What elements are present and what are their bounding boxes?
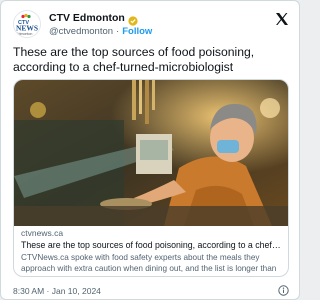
avatar[interactable]: CTV NEWS Edmonton [13,10,41,38]
ctv-news-logo: CTV NEWS Edmonton [16,13,38,36]
article-image [14,80,288,226]
x-logo-icon[interactable] [275,12,289,26]
gold-verified-badge-icon [128,13,138,26]
logo-text-sub: Edmonton [16,32,32,36]
timestamp[interactable]: 8:30 AM · Jan 10, 2024 [13,286,101,296]
handle-row: @ctvedmonton · Follow [49,25,152,38]
name-row: CTV Edmonton [49,11,138,26]
link-domain: ctvnews.ca [21,228,64,238]
info-icon[interactable] [278,285,289,296]
follow-button[interactable]: Follow [122,26,152,37]
handle[interactable]: @ctvedmonton [49,26,113,37]
display-name[interactable]: CTV Edmonton [49,12,125,25]
link-description: CTVNews.ca spoke with food safety expert… [21,253,277,276]
link-card-meta: ctvnews.ca These are the top sources of … [21,228,283,276]
separator-dot: · [116,26,120,37]
tweet-footer: 8:30 AM · Jan 10, 2024 [13,285,289,297]
link-preview-card[interactable]: ctvnews.ca These are the top sources of … [13,79,289,277]
link-title: These are the top sources of food poison… [21,240,283,250]
tweet-header: CTV NEWS Edmonton CTV Edmonton @ctvedmon… [13,10,289,40]
tweet-text: These are the top sources of food poison… [13,45,255,74]
embedded-tweet-card: CTV NEWS Edmonton CTV Edmonton @ctvedmon… [0,0,300,300]
